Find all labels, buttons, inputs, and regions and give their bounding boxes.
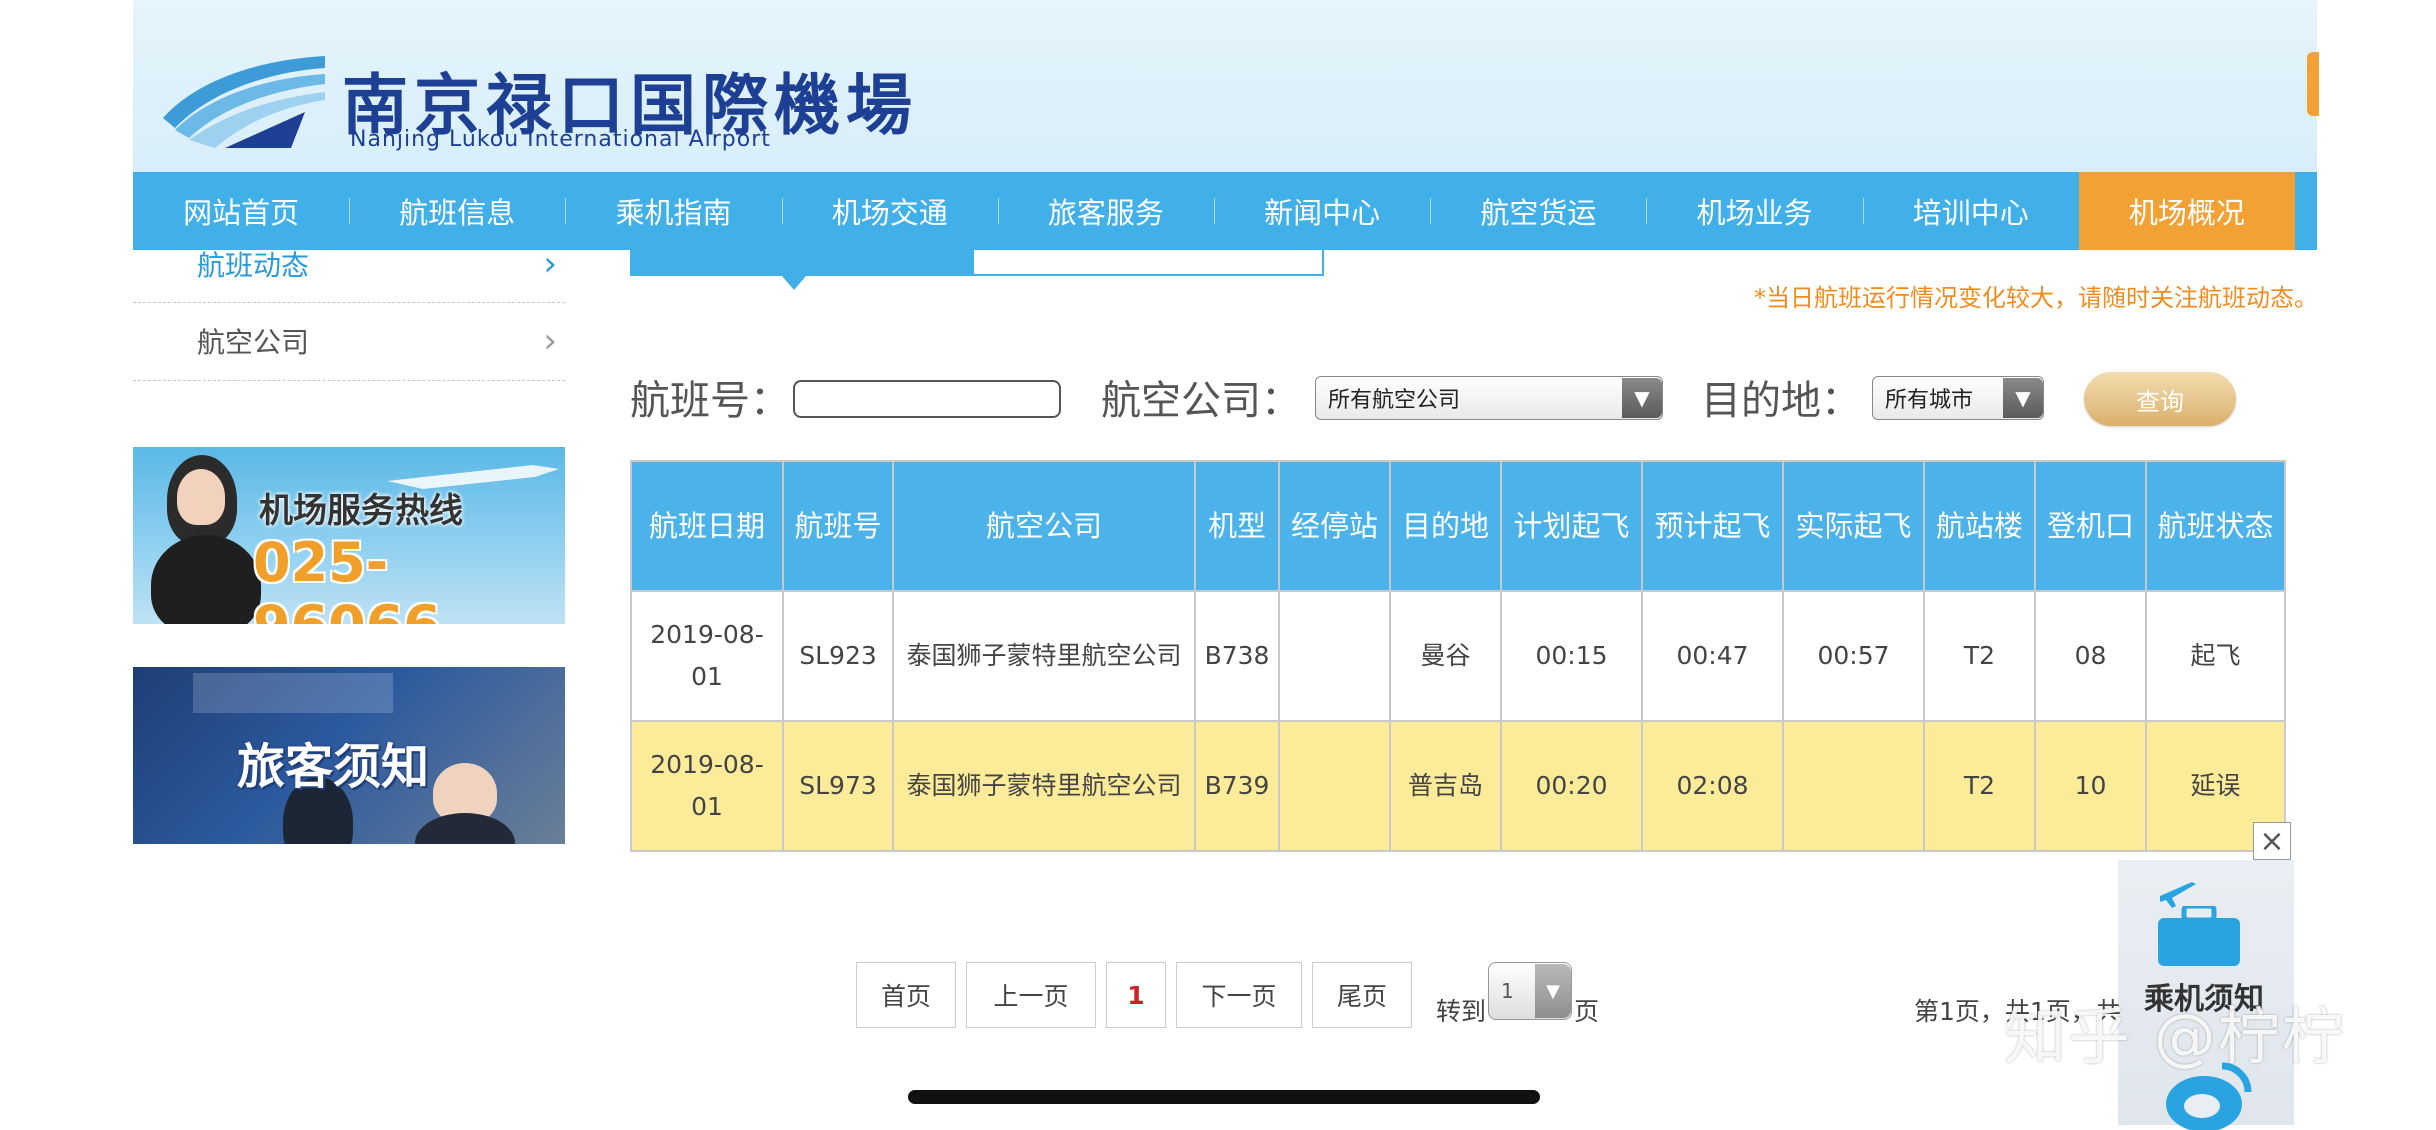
nav-item-boarding-guide[interactable]: 乘机指南 xyxy=(565,172,781,250)
col-header-airline: 航空公司 xyxy=(892,460,1196,592)
cell-flight-no: SL973 xyxy=(782,720,894,852)
cell-scheduled: 00:20 xyxy=(1500,720,1643,852)
header-side-tab[interactable] xyxy=(2307,52,2319,116)
page-last-button[interactable]: 尾页 xyxy=(1312,962,1412,1028)
nav-item-overview[interactable]: 机场概况 xyxy=(2078,172,2296,250)
airline-select[interactable]: 所有航空公司 ▼ xyxy=(1315,376,1663,420)
table-header-row: 航班日期 航班号 航空公司 机型 经停站 目的地 计划起飞 预计起飞 实际起飞 … xyxy=(630,460,2286,592)
hotline-title: 机场服务热线 xyxy=(259,491,463,531)
cell-estimated: 00:47 xyxy=(1641,590,1784,722)
cell-status: 起飞 xyxy=(2145,590,2286,722)
dropdown-arrow-icon: ▼ xyxy=(1622,378,1662,418)
cell-scheduled: 00:15 xyxy=(1500,590,1643,722)
col-header-terminal: 航站楼 xyxy=(1923,460,2036,592)
cell-stopover xyxy=(1278,720,1391,852)
cell-actual xyxy=(1782,720,1925,852)
table-row[interactable]: 2019-08-01 SL923 泰国狮子蒙特里航空公司 B738 曼谷 00:… xyxy=(630,590,2286,722)
home-indicator[interactable] xyxy=(908,1090,1540,1104)
flight-no-label: 航班号： xyxy=(630,378,790,424)
chevron-right-icon: › xyxy=(543,321,557,361)
sidebar-item-label: 航空公司 xyxy=(197,326,310,359)
destination-select-value: 所有城市 xyxy=(1885,388,1974,413)
cell-actual: 00:57 xyxy=(1782,590,1925,722)
cell-destination: 曼谷 xyxy=(1389,590,1502,722)
col-header-gate: 登机口 xyxy=(2034,460,2147,592)
notice-background-sign xyxy=(193,673,393,713)
col-header-date: 航班日期 xyxy=(630,460,784,592)
chevron-right-icon: › xyxy=(543,244,557,284)
cell-date: 2019-08-01 xyxy=(630,720,784,852)
page-prev-button[interactable]: 上一页 xyxy=(966,962,1096,1028)
airport-name-en: Nanjing Lukou International Airport xyxy=(350,127,771,152)
col-header-destination: 目的地 xyxy=(1389,460,1502,592)
col-header-actual: 实际起飞 xyxy=(1782,460,1925,592)
sidebar-item-flight-status[interactable]: 航班动态 › xyxy=(133,226,565,303)
staff-figure-2-body xyxy=(415,813,515,844)
flight-no-input[interactable] xyxy=(793,380,1061,418)
flights-table: 航班日期 航班号 航空公司 机型 经停站 目的地 计划起飞 预计起飞 实际起飞 … xyxy=(630,460,2286,852)
goto-label: 转到 xyxy=(1436,997,1487,1026)
close-icon[interactable]: × xyxy=(2253,822,2291,860)
cell-airline: 泰国狮子蒙特里航空公司 xyxy=(892,720,1196,852)
tab-departures[interactable] xyxy=(630,248,974,276)
cell-estimated: 02:08 xyxy=(1641,720,1784,852)
cell-aircraft: B738 xyxy=(1194,590,1280,722)
sidebar-item-airlines[interactable]: 航空公司 › xyxy=(133,302,565,381)
query-button[interactable]: 查询 xyxy=(2084,372,2236,426)
table-row[interactable]: 2019-08-01 SL973 泰国狮子蒙特里航空公司 B739 普吉岛 00… xyxy=(630,720,2286,852)
destination-label: 目的地： xyxy=(1701,378,1861,424)
nav-item-passenger-service[interactable]: 旅客服务 xyxy=(997,172,1214,250)
passenger-notice-banner[interactable]: 旅客须知 xyxy=(133,667,565,844)
hotline-banner[interactable]: 机场服务热线 025-96066 xyxy=(133,447,565,624)
luggage-icon xyxy=(2158,906,2240,966)
airplane-icon xyxy=(2160,882,2196,908)
tab-pointer-icon xyxy=(782,276,806,290)
sidebar-item-label: 航班动态 xyxy=(197,249,310,282)
col-header-stopover: 经停站 xyxy=(1278,460,1391,592)
nav-item-business[interactable]: 机场业务 xyxy=(1646,172,1862,250)
cell-gate: 10 xyxy=(2034,720,2147,852)
page-current-button[interactable]: 1 xyxy=(1106,962,1166,1028)
flight-change-notice: *当日航班运行情况变化较大，请随时关注航班动态。 xyxy=(1754,284,2318,312)
service-agent-body xyxy=(151,535,261,624)
cell-stopover xyxy=(1278,590,1391,722)
cell-terminal: T2 xyxy=(1923,720,2036,852)
hotline-number: 025-96066 xyxy=(253,531,441,624)
cell-aircraft: B739 xyxy=(1194,720,1280,852)
dropdown-arrow-icon: ▼ xyxy=(2003,378,2043,418)
destination-select[interactable]: 所有城市 ▼ xyxy=(1872,376,2044,420)
airline-label: 航空公司： xyxy=(1101,378,1301,424)
airport-logo-icon[interactable] xyxy=(155,52,333,152)
cell-date: 2019-08-01 xyxy=(630,590,784,722)
service-agent-face xyxy=(177,469,225,525)
nav-item-news[interactable]: 新闻中心 xyxy=(1214,172,1430,250)
col-header-aircraft: 机型 xyxy=(1194,460,1280,592)
col-header-estimated: 预计起飞 xyxy=(1641,460,1784,592)
dropdown-arrow-icon: ▼ xyxy=(1535,964,1571,1018)
cell-gate: 08 xyxy=(2034,590,2147,722)
goto-page-value: 1 xyxy=(1501,979,1514,1003)
col-header-flight-no: 航班号 xyxy=(782,460,894,592)
cell-flight-no: SL923 xyxy=(782,590,894,722)
cell-airline: 泰国狮子蒙特里航空公司 xyxy=(892,590,1196,722)
nav-item-transport[interactable]: 机场交通 xyxy=(781,172,998,250)
col-header-scheduled: 计划起飞 xyxy=(1500,460,1643,592)
page-unit-label: 页 xyxy=(1574,997,1600,1026)
goto-page-select[interactable]: 1 ▼ xyxy=(1488,962,1572,1020)
cell-terminal: T2 xyxy=(1923,590,2036,722)
cell-destination: 普吉岛 xyxy=(1389,720,1502,852)
nav-item-training[interactable]: 培训中心 xyxy=(1862,172,2079,250)
nav-item-cargo[interactable]: 航空货运 xyxy=(1430,172,1646,250)
col-header-status: 航班状态 xyxy=(2145,460,2286,592)
zhihu-watermark: 知乎 @柠柠 xyxy=(2004,1000,2346,1073)
page-next-button[interactable]: 下一页 xyxy=(1176,962,1302,1028)
airline-select-value: 所有航空公司 xyxy=(1328,388,1461,413)
page-first-button[interactable]: 首页 xyxy=(856,962,956,1028)
notice-title: 旅客须知 xyxy=(237,739,430,795)
